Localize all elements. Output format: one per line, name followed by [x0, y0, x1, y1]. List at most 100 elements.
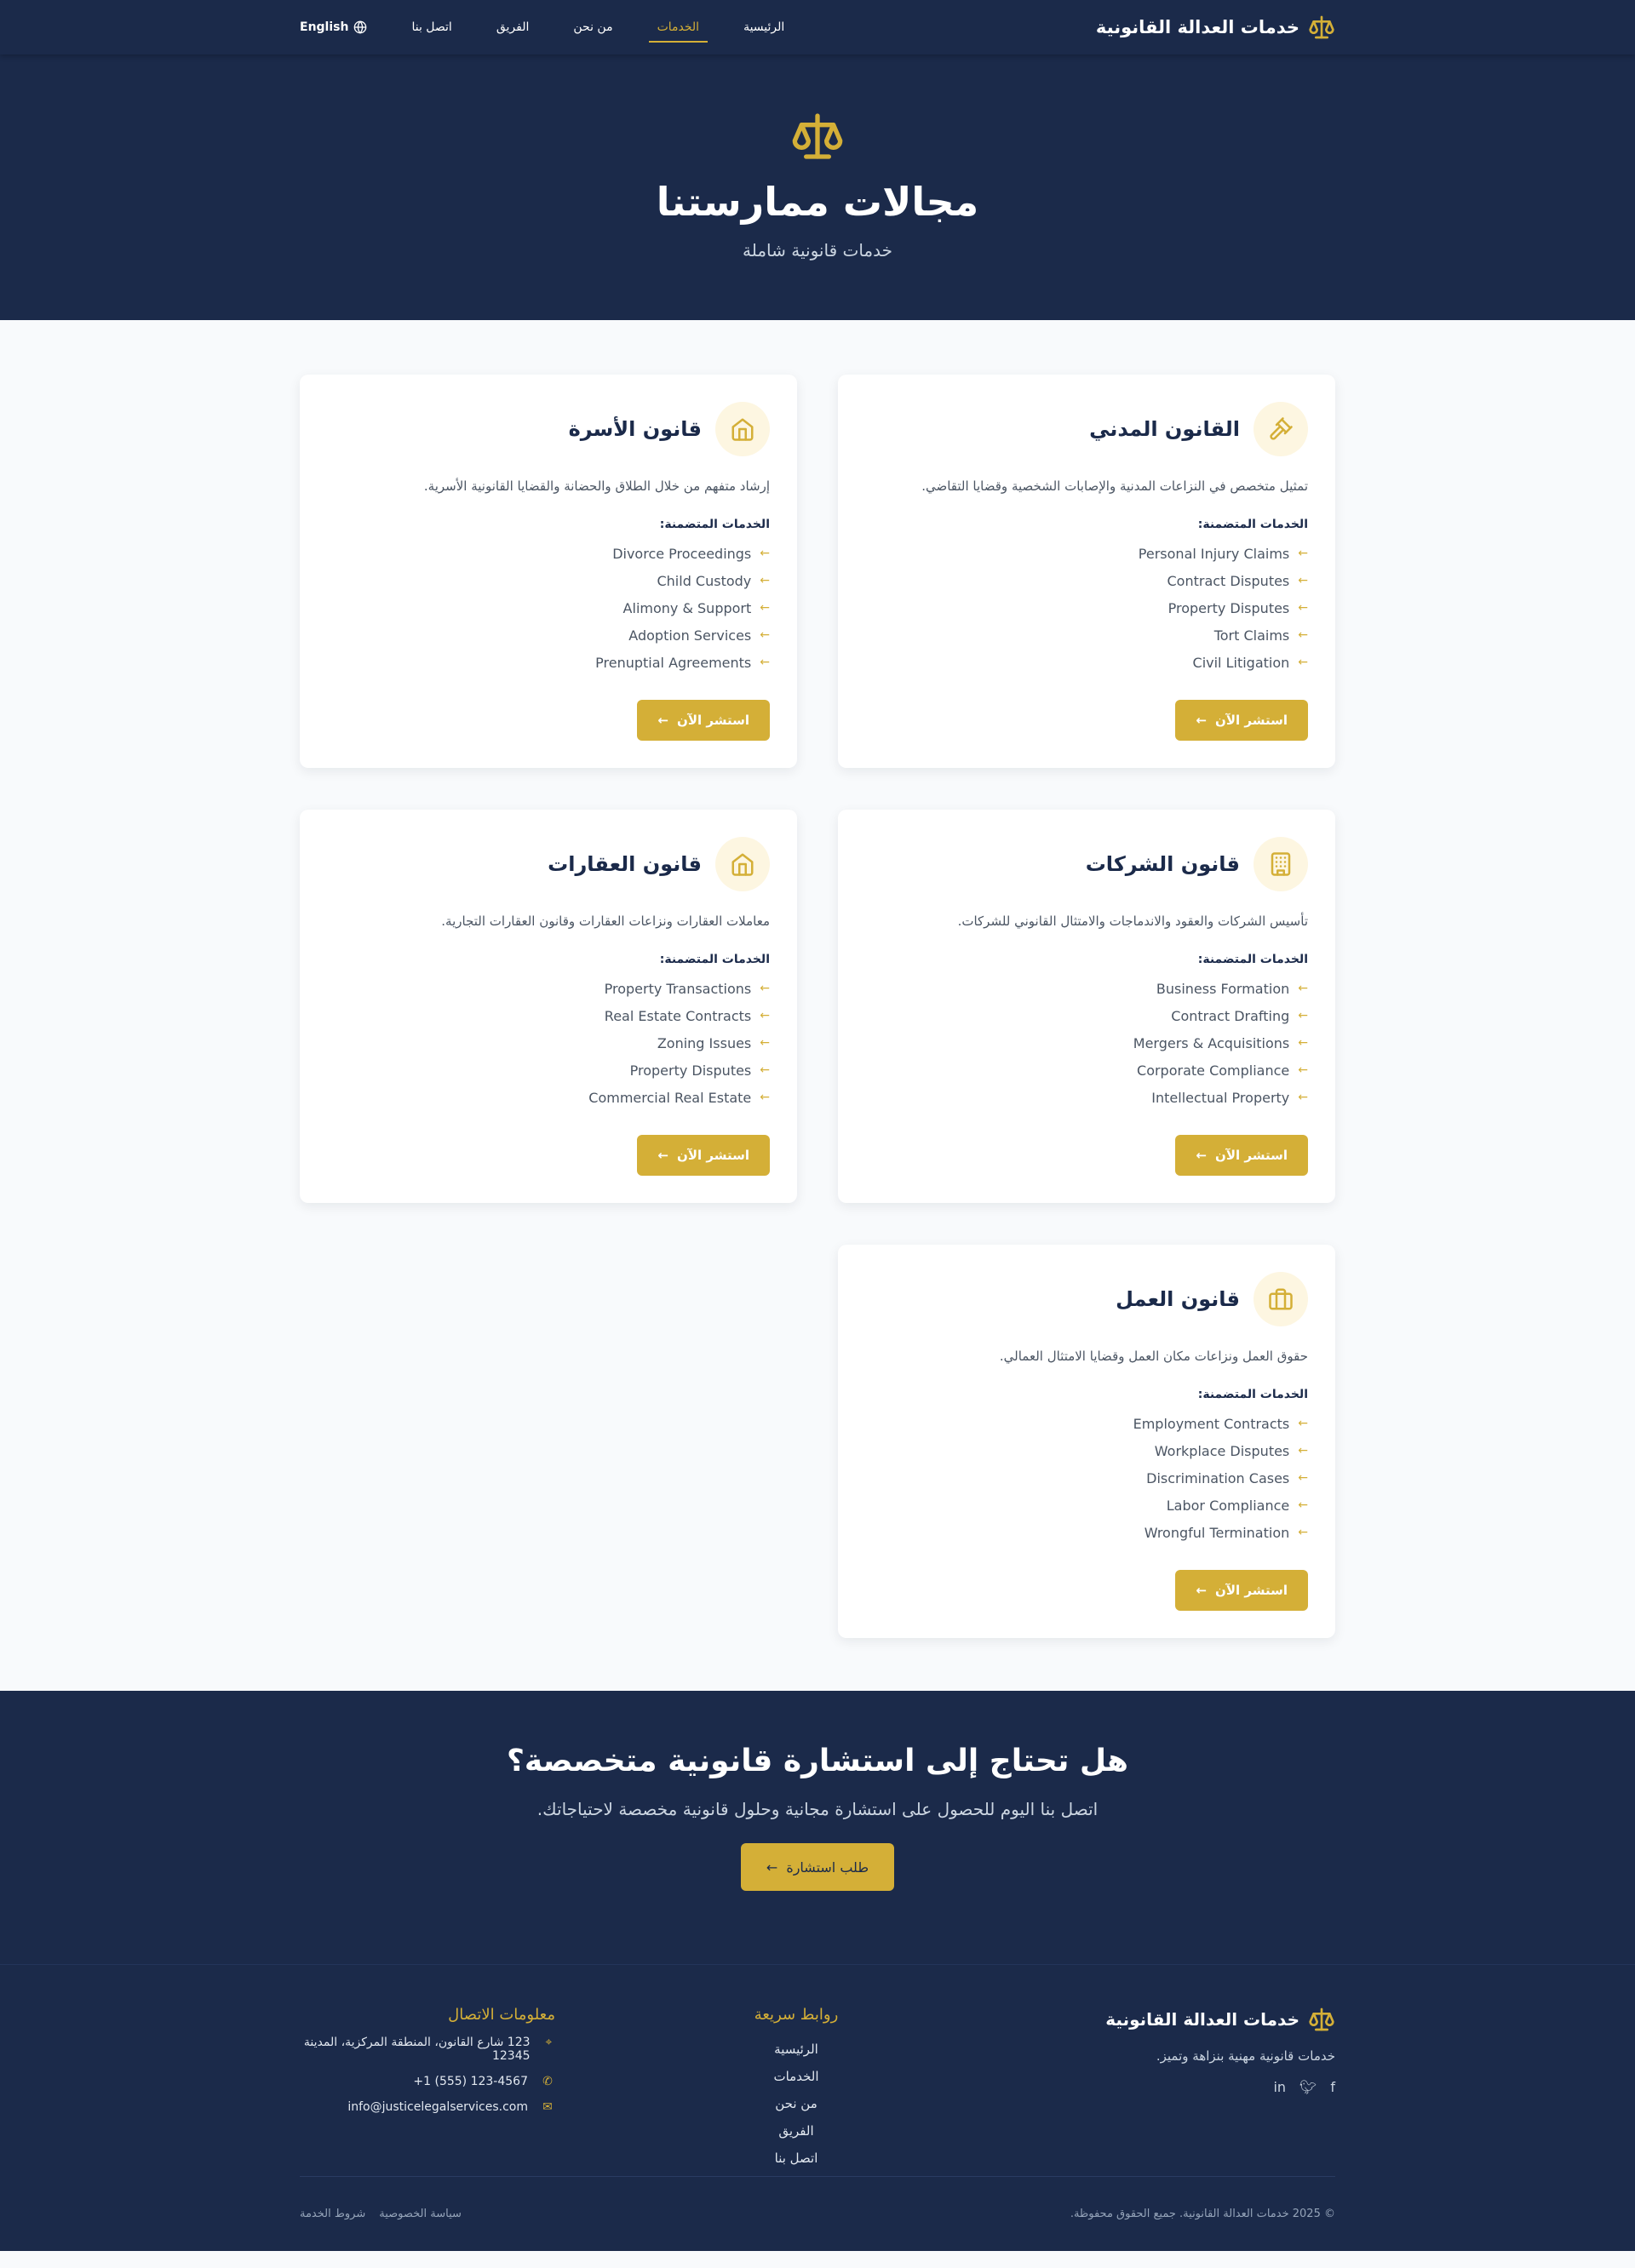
feature-item: ← Corporate Compliance — [865, 1057, 1308, 1084]
arrow-left-icon: ← — [760, 547, 770, 560]
map-pin-icon: ⌖ — [545, 2036, 553, 2049]
arrow-left-icon: ← — [760, 628, 770, 642]
consult-now-button[interactable]: استشر الآن ← — [637, 1135, 770, 1176]
feature-item: ← Adoption Services — [327, 621, 770, 649]
feature-text: Contract Disputes — [1167, 572, 1290, 589]
card-description: معاملات العقارات ونزاعات العقارات وقانون… — [441, 914, 770, 929]
consult-now-button[interactable]: استشر الآن ← — [637, 700, 770, 741]
included-services-label: الخدمات المتضمنة: — [1197, 518, 1308, 531]
address-text: 123 شارع القانون، المنطقة المركزية، المد… — [303, 2036, 531, 2063]
feature-item: ← Commercial Real Estate — [327, 1084, 770, 1111]
page-title: مجالات ممارستنا — [656, 179, 979, 225]
facebook-icon[interactable]: f — [1330, 2079, 1335, 2095]
footer-link-services[interactable]: الخدمات — [690, 2063, 903, 2090]
service-card: القانون المدني تمثيل متخصص في النزاعات ا… — [838, 375, 1335, 768]
arrow-left-icon: ← — [1298, 1036, 1308, 1050]
hero-scales-icon — [0, 109, 1635, 167]
card-header: القانون المدني — [865, 402, 1308, 456]
feature-item: ← Business Formation — [865, 975, 1308, 1002]
consult-now-button[interactable]: استشر الآن ← — [1175, 700, 1308, 741]
consult-now-button[interactable]: استشر الآن ← — [1175, 1135, 1308, 1176]
feature-text: Workplace Disputes — [1154, 1442, 1290, 1459]
footer-link-about[interactable]: من نحن — [690, 2090, 903, 2117]
feature-text: Mergers & Acquisitions — [1133, 1034, 1290, 1051]
legal-links: سياسة الخصوصية شروط الخدمة — [300, 2208, 462, 2220]
arrow-left-icon: ← — [1298, 1009, 1308, 1022]
request-consultation-label: طلب استشارة — [786, 1858, 869, 1876]
arrow-left-icon: ← — [1298, 1417, 1308, 1430]
email-text[interactable]: info@justicelegalservices.com — [347, 2100, 528, 2114]
arrow-left-icon: ← — [1298, 547, 1308, 560]
arrow-left-icon: ← — [760, 1036, 770, 1050]
arrow-left-icon: ← — [760, 982, 770, 995]
contact-title: معلومات الاتصال — [448, 2006, 555, 2024]
language-toggle[interactable]: English — [300, 20, 389, 34]
scales-icon — [1309, 2007, 1334, 2031]
feature-item: ← Prenuptial Agreements — [327, 649, 770, 676]
footer-link-contact[interactable]: اتصل بنا — [690, 2145, 903, 2172]
feature-item: ← Alimony & Support — [327, 594, 770, 621]
nav-link-home[interactable]: الرئيسية — [721, 0, 806, 54]
card-description: إرشاد متفهم من خلال الطلاق والحضانة والق… — [423, 478, 770, 494]
arrow-left-icon: ← — [1298, 1526, 1308, 1539]
footer-link-home[interactable]: الرئيسية — [690, 2036, 903, 2063]
feature-item: ← Property Disputes — [327, 1057, 770, 1084]
arrow-left-icon: ← — [1298, 601, 1308, 615]
feature-text: Discrimination Cases — [1146, 1469, 1290, 1486]
twitter-icon[interactable]: 🐦︎ — [1299, 2079, 1317, 2095]
linkedin-icon[interactable]: in — [1273, 2079, 1286, 2095]
nav-link-contact[interactable]: اتصل بنا — [389, 0, 473, 54]
footer-link-team[interactable]: الفريق — [690, 2117, 903, 2145]
privacy-link[interactable]: سياسة الخصوصية — [379, 2208, 462, 2220]
arrow-left-icon: ← — [1196, 1583, 1208, 1598]
briefcase-icon — [1254, 1272, 1308, 1326]
arrow-left-icon: ← — [1196, 713, 1208, 728]
footer-brand-name: خدمات العدالة القانونية — [1105, 2009, 1299, 2030]
consult-now-button[interactable]: استشر الآن ← — [1175, 1570, 1308, 1611]
footer-bottom: © 2025 خدمات العدالة القانونية. جميع الح… — [300, 2176, 1335, 2251]
arrow-left-icon: ← — [1298, 574, 1308, 587]
social-links: f 🐦︎ in — [1080, 2079, 1335, 2095]
feature-text: Contract Drafting — [1171, 1007, 1290, 1024]
footer-quick-links: روابط سريعة الرئيسية الخدمات من نحن الفر… — [690, 2006, 945, 2176]
top-navbar: خدمات العدالة القانونية الرئيسية الخدمات… — [0, 0, 1635, 54]
contact-address: ⌖ 123 شارع القانون، المنطقة المركزية، ال… — [300, 2036, 555, 2063]
included-services-label: الخدمات المتضمنة: — [659, 953, 770, 966]
main-nav: الرئيسية الخدمات من نحن الفريق اتصل بنا … — [300, 0, 806, 54]
footer-contact: معلومات الاتصال ⌖ 123 شارع القانون، المن… — [300, 2006, 555, 2176]
home-icon — [715, 837, 770, 891]
feature-item: ← Real Estate Contracts — [327, 1002, 770, 1029]
cta-subtitle: اتصل بنا اليوم للحصول على استشارة مجانية… — [536, 1799, 1099, 1819]
feature-item: ← Property Disputes — [865, 594, 1308, 621]
feature-list: ← Property Transactions ← Real Estate Contr… — [327, 975, 770, 1111]
scales-icon — [1309, 15, 1334, 39]
nav-link-about[interactable]: من نحن — [551, 0, 634, 54]
cta-title: هل تحتاج إلى استشارة قانونية متخصصة؟ — [506, 1744, 1129, 1778]
service-card: قانون العقارات معاملات العقارات ونزاعات … — [300, 810, 797, 1203]
phone-text[interactable]: +1 (555) 123-4567 — [413, 2075, 528, 2088]
footer-brand: خدمات العدالة القانونية — [1080, 2006, 1335, 2033]
service-card: قانون الأسرة إرشاد متفهم من خلال الطلاق … — [300, 375, 797, 768]
card-description: حقوق العمل ونزاعات مكان العمل وقضايا الا… — [999, 1349, 1308, 1364]
feature-text: Tort Claims — [1213, 627, 1290, 644]
arrow-left-icon: ← — [657, 1148, 669, 1163]
footer-tagline: خدمات قانونية مهنية بنزاهة وتميز. — [1156, 2048, 1335, 2064]
consult-now-label: استشر الآن — [677, 1148, 749, 1163]
arrow-left-icon: ← — [760, 1091, 770, 1104]
footer-brand-column: خدمات العدالة القانونية خدمات قانونية مه… — [1080, 2006, 1335, 2176]
feature-text: Real Estate Contracts — [604, 1007, 752, 1024]
feature-item: ← Child Custody — [327, 567, 770, 594]
terms-link[interactable]: شروط الخدمة — [300, 2208, 365, 2220]
nav-link-team[interactable]: الفريق — [474, 0, 552, 54]
feature-item: ← Property Transactions — [327, 975, 770, 1002]
feature-list: ← Employment Contracts ← Workplace Disputes… — [865, 1410, 1308, 1546]
request-consultation-button[interactable]: طلب استشارة ← — [740, 1843, 895, 1891]
feature-item: ← Contract Disputes — [865, 567, 1309, 594]
feature-text: Adoption Services — [628, 627, 752, 644]
nav-link-services[interactable]: الخدمات — [635, 0, 722, 54]
feature-text: Personal Injury Claims — [1138, 545, 1290, 562]
feature-text: Wrongful Termination — [1144, 1524, 1290, 1541]
arrow-left-icon: ← — [1298, 982, 1308, 995]
card-title: قانون الشركات — [1085, 852, 1240, 876]
brand-logo[interactable]: خدمات العدالة القانونية — [1096, 14, 1335, 41]
